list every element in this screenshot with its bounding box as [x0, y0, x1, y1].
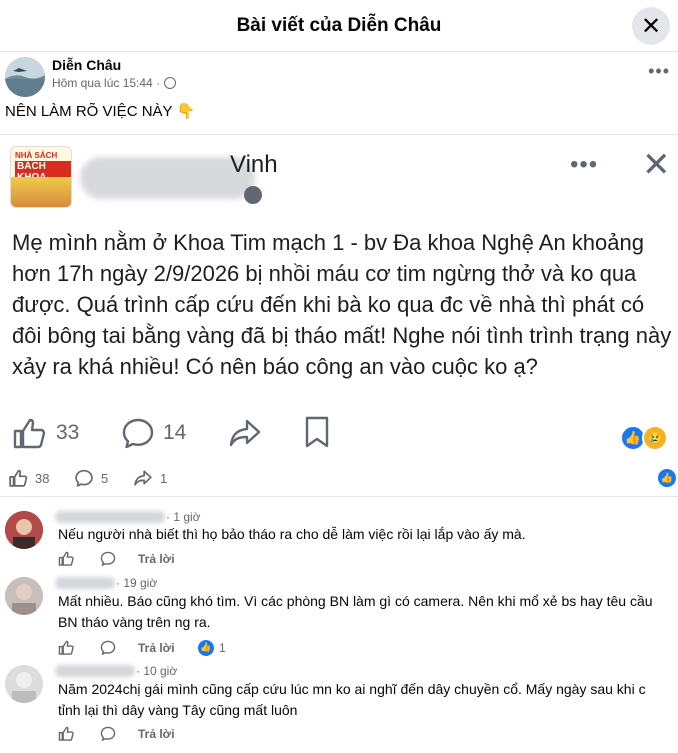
comment-icon — [100, 726, 116, 741]
comment-text: Nếu người nhà biết thì họ bảo tháo ra ch… — [58, 526, 526, 542]
post-header: Diễn Châu Hôm qua lúc 15:44 · ••• — [0, 53, 678, 98]
share-button[interactable]: 1 — [133, 469, 167, 487]
comment-icon — [75, 469, 93, 487]
screenshot-share — [228, 417, 262, 454]
share-icon — [229, 419, 261, 447]
comment-text: Mất nhiều. Báo cũng khó tìm. Vì các phòn… — [58, 593, 653, 630]
thumbs-up-icon — [13, 418, 46, 449]
comment-icon — [100, 551, 116, 566]
screenshot-comment-count: 14 — [163, 421, 187, 444]
dialog-title: Bài viết của Diễn Châu — [236, 14, 442, 36]
close-icon: ✕ — [640, 12, 662, 40]
post-meta: Hôm qua lúc 15:44 · — [52, 76, 177, 90]
share-count: 1 — [160, 470, 168, 486]
commenter-avatar[interactable] — [5, 577, 43, 615]
thumbs-up-icon — [58, 726, 74, 741]
comment-time[interactable]: · 19 giờ — [116, 576, 157, 590]
like-reaction-icon: 👍 — [198, 639, 214, 656]
pointing-down-emoji: 👇 — [176, 103, 196, 120]
comment-actions: Trả lời — [58, 551, 175, 566]
comment-time[interactable]: · 10 giờ — [136, 664, 177, 678]
comment-time[interactable]: · 1 giờ — [166, 510, 201, 524]
comment-reaction-count: 1 — [219, 640, 226, 655]
post-text: NÊN LÀM RÕ VIỆC NÀY 👇 — [5, 102, 196, 121]
close-icon: ✕ — [642, 146, 671, 184]
post-time[interactable]: Hôm qua lúc 15:44 · — [52, 76, 160, 90]
shared-screenshot-image[interactable]: NHÀ SÁCH BÁCH KHOA Vinh ••• ✕ Mẹ mình nằ… — [0, 134, 678, 456]
post-stats-bar: 38 5 1 👍 — [0, 457, 678, 497]
globe-icon — [244, 186, 262, 204]
dialog-header: Bài viết của Diễn Châu ✕ — [0, 0, 678, 52]
comment-actions: Trả lời 👍 1 — [58, 639, 226, 656]
thumbs-up-icon — [58, 640, 74, 655]
like-reaction-icon[interactable]: 👍 — [658, 469, 676, 487]
more-options-button[interactable]: ••• — [648, 61, 670, 82]
screenshot-page-name: Vinh — [230, 151, 278, 178]
share-icon — [134, 470, 152, 486]
sad-reaction-icon: 😢 — [642, 425, 668, 451]
screenshot-action-bar: 33 14 👍 😢 — [0, 413, 678, 453]
globe-icon — [164, 77, 177, 89]
comment-actions: Trả lời — [58, 726, 175, 741]
blurred-name-overlay — [80, 157, 255, 199]
screenshot-reactions: 👍 😢 — [620, 425, 668, 451]
more-icon: ••• — [570, 151, 599, 178]
screenshot-save — [304, 415, 330, 454]
comment-reactions[interactable]: 👍 1 — [198, 639, 226, 656]
reply-button[interactable]: Trả lời — [138, 552, 175, 566]
comment-count: 5 — [101, 470, 109, 486]
thumbs-up-icon — [58, 551, 74, 566]
comment-button[interactable]: 5 — [74, 469, 108, 487]
like-count: 38 — [35, 470, 50, 486]
close-button[interactable]: ✕ — [632, 7, 670, 45]
comment-icon — [100, 640, 116, 655]
logo-text-top: NHÀ SÁCH — [15, 151, 58, 160]
blurred-commenter-name — [55, 577, 115, 589]
screenshot-like-count: 33 — [56, 421, 80, 444]
blurred-commenter-name — [55, 665, 135, 677]
commenter-avatar[interactable] — [5, 665, 43, 703]
bookmark-icon — [305, 416, 329, 448]
screenshot-like: 33 — [12, 417, 79, 449]
more-icon: ••• — [648, 61, 670, 81]
screenshot-comment: 14 — [121, 417, 186, 449]
commenter-avatar[interactable] — [5, 511, 43, 549]
screenshot-page-avatar: NHÀ SÁCH BÁCH KHOA — [10, 146, 72, 208]
author-avatar[interactable] — [5, 57, 45, 97]
post-caption: NÊN LÀM RÕ VIỆC NÀY — [5, 102, 173, 120]
like-button[interactable]: 38 — [8, 469, 49, 487]
comment-icon — [122, 418, 154, 449]
comment-text: Năm 2024chị gái mình cũng cấp cứu lúc mn… — [58, 681, 646, 718]
reply-button[interactable]: Trả lời — [138, 641, 175, 655]
reply-button[interactable]: Trả lời — [138, 727, 175, 741]
author-name[interactable]: Diễn Châu — [52, 57, 121, 73]
screenshot-post-body: Mẹ mình nằm ở Khoa Tim mạch 1 - bv Đa kh… — [12, 230, 672, 379]
logo-graphic — [11, 177, 71, 207]
blurred-commenter-name — [55, 511, 165, 523]
thumbs-up-icon — [9, 469, 28, 487]
